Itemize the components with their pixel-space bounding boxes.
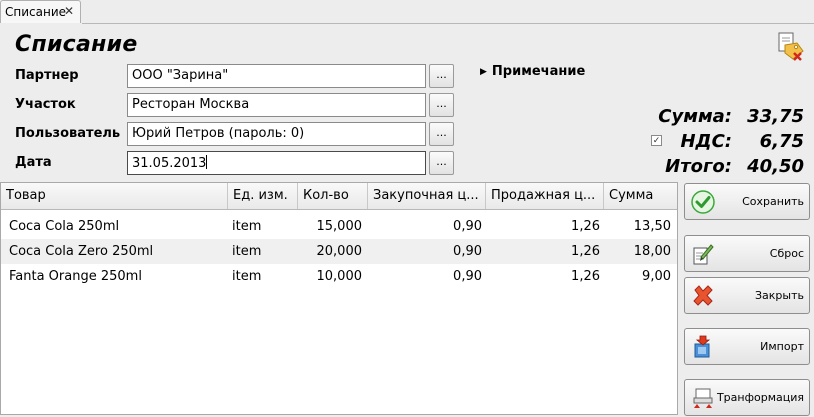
user-browse-button[interactable]: ...	[429, 122, 454, 146]
transform-button-label: Транформация	[716, 391, 804, 404]
cell-sum: 13,50	[633, 219, 671, 234]
sum-value: 33,75	[747, 106, 804, 127]
close-button[interactable]: Закрыть	[684, 277, 810, 314]
date-label: Дата	[15, 155, 52, 170]
red-x-icon	[693, 285, 713, 306]
import-button-label: Импорт	[760, 340, 804, 353]
cell-sum: 18,00	[633, 244, 671, 259]
user-field[interactable]: Юрий Петров (пароль: 0)	[127, 122, 426, 146]
partner-browse-button[interactable]: ...	[429, 64, 454, 88]
reset-button[interactable]: Сброс	[684, 235, 810, 272]
expand-arrow-icon: ▶	[480, 67, 487, 77]
cell-product: Fanta Orange 250ml	[9, 269, 142, 284]
items-table[interactable]: Товар Ед. изм. Кол-во Закупочная ц... Пр…	[0, 182, 678, 415]
reset-button-label: Сброс	[769, 247, 804, 260]
cell-quantity: 20,000	[316, 244, 363, 259]
vat-value: 6,75	[759, 131, 804, 152]
document-tags-icon	[778, 32, 804, 61]
total-label: Итого:	[665, 156, 732, 177]
note-expander[interactable]: ▶ Примечание	[480, 64, 585, 79]
cell-sale-price: 1,26	[571, 269, 600, 284]
cell-unit: item	[232, 244, 262, 259]
column-header-quantity[interactable]: Кол-во	[298, 183, 368, 209]
vat-label: НДС:	[680, 131, 732, 152]
column-header-sum[interactable]: Сумма	[604, 183, 677, 209]
page-title: Списание	[15, 32, 138, 57]
location-browse-button[interactable]: ...	[429, 93, 454, 117]
sum-label: Сумма:	[658, 106, 732, 127]
table-row[interactable]: Coca Cola Zero 250ml item 20,000 0,90 1,…	[1, 239, 677, 264]
edit-document-icon	[693, 244, 714, 265]
date-browse-button[interactable]: ...	[429, 151, 454, 175]
import-icon	[694, 335, 711, 358]
column-header-sale-price[interactable]: Продажная ц...	[486, 183, 604, 209]
table-row[interactable]: Coca Cola 250ml item 15,000 0,90 1,26 13…	[1, 214, 677, 239]
checkmark-icon	[691, 190, 715, 214]
transform-icon	[693, 388, 713, 408]
date-value: 31.05.2013	[132, 156, 207, 171]
tab-bar: Списание ✕	[0, 0, 814, 24]
save-button[interactable]: Сохранить	[684, 183, 810, 220]
tab-write-off[interactable]: Списание ✕	[0, 0, 81, 23]
user-label: Пользователь	[15, 126, 121, 141]
save-button-label: Сохранить	[742, 195, 804, 208]
partner-label: Партнер	[15, 68, 79, 83]
partner-field[interactable]: ООО "Зарина"	[127, 64, 426, 88]
cell-purchase-price: 0,90	[453, 269, 482, 284]
cell-quantity: 15,000	[316, 219, 363, 234]
cell-purchase-price: 0,90	[453, 244, 482, 259]
cell-sum: 9,00	[642, 269, 671, 284]
table-row[interactable]: Fanta Orange 250ml item 10,000 0,90 1,26…	[1, 264, 677, 289]
location-label: Участок	[15, 97, 76, 112]
cell-unit: item	[232, 269, 262, 284]
column-header-purchase-price[interactable]: Закупочная ц...	[368, 183, 486, 209]
text-caret	[206, 155, 208, 169]
tab-close-icon[interactable]: ✕	[64, 4, 74, 18]
column-header-product[interactable]: Товар	[1, 183, 228, 209]
total-value: 40,50	[747, 156, 804, 177]
cell-product: Coca Cola 250ml	[9, 219, 120, 234]
cell-sale-price: 1,26	[571, 219, 600, 234]
location-field[interactable]: Ресторан Москва	[127, 93, 426, 117]
cell-unit: item	[232, 219, 262, 234]
table-header: Товар Ед. изм. Кол-во Закупочная ц... Пр…	[1, 183, 677, 210]
column-header-unit[interactable]: Ед. изм.	[228, 183, 298, 209]
date-field[interactable]: 31.05.2013	[127, 151, 426, 175]
transform-button[interactable]: Транформация	[684, 379, 810, 416]
cell-sale-price: 1,26	[571, 244, 600, 259]
import-button[interactable]: Импорт	[684, 328, 810, 365]
write-off-form: Списание Партнер ООО "Зарина" ... Участо…	[0, 24, 814, 417]
close-button-label: Закрыть	[755, 289, 804, 302]
tab-label: Списание	[5, 5, 67, 19]
note-label: Примечание	[491, 64, 586, 79]
cell-purchase-price: 0,90	[453, 219, 482, 234]
cell-product: Coca Cola Zero 250ml	[9, 244, 154, 259]
cell-quantity: 10,000	[316, 269, 363, 284]
